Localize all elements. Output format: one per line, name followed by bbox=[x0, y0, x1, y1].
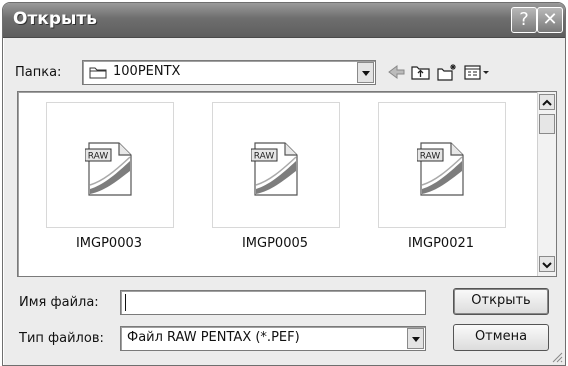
raw-file-icon: RAW bbox=[417, 142, 464, 196]
back-arrow-icon[interactable] bbox=[385, 63, 407, 81]
lookin-combo[interactable]: 100PENTX bbox=[82, 60, 376, 85]
view-menu-icon[interactable] bbox=[463, 63, 493, 81]
file-list-view[interactable]: RAW IMGP0003 RAW IMGP0005 RAW IMGP0021 bbox=[17, 91, 557, 277]
new-folder-icon[interactable] bbox=[436, 63, 458, 81]
file-item-imgp0003[interactable]: RAW bbox=[46, 102, 174, 228]
resize-grip-icon[interactable] bbox=[551, 351, 563, 363]
scroll-up-button[interactable] bbox=[539, 94, 555, 110]
chevron-down-icon bbox=[542, 262, 552, 269]
raw-badge: RAW bbox=[254, 152, 275, 162]
text-caret bbox=[125, 294, 126, 311]
open-dialog: Открыть ? ✕ Папка: 100PENTX RAW IMGP0003… bbox=[2, 2, 566, 366]
filetype-combo[interactable]: Файл RAW PENTAX (*.PEF) bbox=[120, 326, 426, 351]
filetype-value: Файл RAW PENTAX (*.PEF) bbox=[127, 330, 300, 345]
filetype-label: Тип файлов: bbox=[19, 331, 104, 346]
cancel-button[interactable]: Отмена bbox=[453, 324, 549, 351]
chevron-up-icon bbox=[542, 99, 552, 106]
chevron-down-icon[interactable] bbox=[407, 328, 424, 349]
file-name[interactable]: IMGP0003 bbox=[39, 236, 179, 251]
scroll-down-button[interactable] bbox=[539, 256, 555, 272]
lookin-label: Папка: bbox=[15, 65, 62, 80]
close-button[interactable]: ✕ bbox=[537, 7, 563, 33]
vertical-scrollbar[interactable] bbox=[537, 92, 556, 276]
up-folder-icon[interactable] bbox=[410, 63, 432, 81]
folder-icon bbox=[89, 67, 107, 79]
file-item-imgp0021[interactable]: RAW bbox=[378, 102, 506, 228]
help-button[interactable]: ? bbox=[511, 7, 537, 33]
raw-file-icon: RAW bbox=[85, 142, 132, 196]
scroll-thumb[interactable] bbox=[539, 114, 555, 134]
chevron-down-icon[interactable] bbox=[357, 62, 374, 83]
filename-input[interactable] bbox=[120, 290, 426, 315]
open-button[interactable]: Открыть bbox=[453, 288, 549, 315]
raw-badge: RAW bbox=[88, 152, 109, 162]
file-name[interactable]: IMGP0021 bbox=[371, 236, 511, 251]
title-bar[interactable]: Открыть ? ✕ bbox=[3, 3, 565, 38]
file-name[interactable]: IMGP0005 bbox=[205, 236, 345, 251]
lookin-value: 100PENTX bbox=[113, 64, 181, 79]
file-item-imgp0005[interactable]: RAW bbox=[212, 102, 340, 228]
raw-badge: RAW bbox=[420, 152, 441, 162]
filename-label: Имя файла: bbox=[19, 295, 99, 310]
raw-file-icon: RAW bbox=[251, 142, 298, 196]
dialog-title: Открыть bbox=[13, 9, 97, 29]
